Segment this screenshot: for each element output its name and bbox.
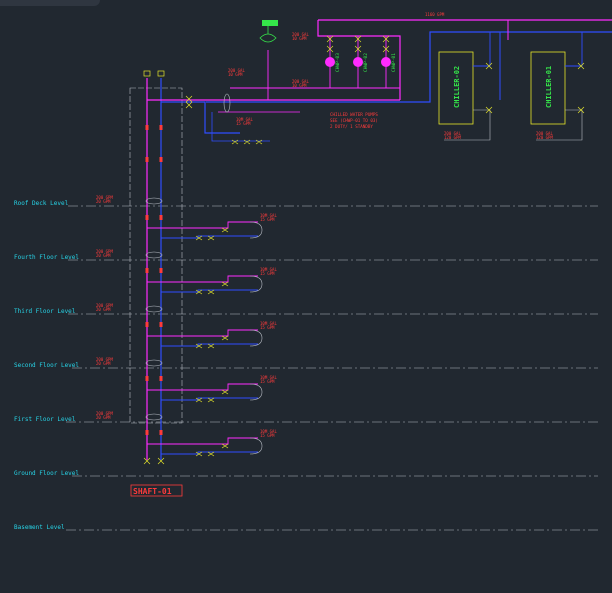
floor-branches: 10M GAL15 GPM 200 GPM20 GPM 10M GAL15 GP… xyxy=(96,195,277,457)
branch-roof: 10M GAL15 GPM 200 GPM20 GPM xyxy=(96,195,277,241)
pumps: CHWP-03 CHWP-02 CHWP-01 200 GAL10 GPM 20… xyxy=(292,32,397,88)
svg-text:10 GPM: 10 GPM xyxy=(292,36,307,41)
level-ground-floor: Ground Floor Level xyxy=(14,470,598,477)
level-basement: Basement Level xyxy=(14,524,598,531)
svg-text:120 GPM: 120 GPM xyxy=(536,135,553,140)
pump-chwp-03: CHWP-03 xyxy=(325,35,341,88)
svg-text:20 GPM: 20 GPM xyxy=(96,361,111,366)
branch-third: 10M GAL15 GPM 200 GPM20 GPM xyxy=(96,303,277,349)
pump-note-line1: CHILLED WATER PUMPS xyxy=(330,112,378,117)
chillers: CHILLER-02 200 GAL120 GPM CHILLER-01 200… xyxy=(438,20,585,141)
svg-text:15 GPM: 15 GPM xyxy=(236,121,251,126)
branch-first: 10M GAL15 GPM 200 GPM20 GPM xyxy=(96,411,277,457)
level-label: Second Floor Level xyxy=(14,362,79,369)
branch-second: 10M GAL15 GPM 200 GPM20 GPM xyxy=(96,357,277,403)
pump-note-line3: 2 DUTY/ 1 STANDBY xyxy=(330,124,373,129)
svg-text:15 GPM: 15 GPM xyxy=(260,217,275,222)
svg-text:20 GPM: 20 GPM xyxy=(96,307,111,312)
svg-text:20 GPM: 20 GPM xyxy=(96,253,111,258)
chiller-01: CHILLER-01 200 GAL120 GPM xyxy=(530,32,585,141)
header-flow-label: 1160 GPM xyxy=(425,12,445,17)
level-label: Basement Level xyxy=(14,524,65,531)
shaft-tag: SHAFT-01 xyxy=(130,484,183,497)
svg-text:15 GPM: 15 GPM xyxy=(260,379,275,384)
pump-note-line2: SEE (CHWP-01 TO 03) xyxy=(330,118,378,123)
level-label: Third Floor Level xyxy=(14,308,76,315)
svg-text:20 GPM: 20 GPM xyxy=(96,415,111,420)
pump-note: CHILLED WATER PUMPS SEE (CHWP-01 TO 03) … xyxy=(330,112,378,129)
level-label: Roof Deck Level xyxy=(14,200,69,207)
svg-text:10 GPM: 10 GPM xyxy=(292,83,307,88)
svg-text:15 GPM: 15 GPM xyxy=(260,325,275,330)
svg-text:20 GPM: 20 GPM xyxy=(96,199,111,204)
expansion-tank xyxy=(259,20,278,43)
svg-text:15 GPM: 15 GPM xyxy=(260,433,275,438)
hvac-chilled-water-riser-diagram: Roof Deck Level Fourth Floor Level Third… xyxy=(14,12,612,531)
shaft-label: SHAFT-01 xyxy=(133,487,172,496)
level-label: Fourth Floor Level xyxy=(14,254,79,261)
chiller-02: CHILLER-02 200 GAL120 GPM xyxy=(438,32,493,141)
chiller-label: CHILLER-02 xyxy=(453,66,461,108)
svg-text:15 GPM: 15 GPM xyxy=(260,271,275,276)
pump-label: CHWP-01 xyxy=(391,53,397,72)
shaft-outline xyxy=(129,87,183,424)
pump-chwp-02: CHWP-02 xyxy=(353,35,369,88)
pump-label: CHWP-02 xyxy=(363,53,369,72)
level-label: Ground Floor Level xyxy=(14,470,79,477)
pump-chwp-01: CHWP-01 xyxy=(381,35,397,88)
level-label: First Floor Level xyxy=(14,416,76,423)
chiller-label: CHILLER-01 xyxy=(545,66,553,108)
branch-fourth: 10M GAL15 GPM 200 GPM20 GPM xyxy=(96,249,277,295)
pump-label: CHWP-03 xyxy=(335,53,341,72)
svg-text:120 GPM: 120 GPM xyxy=(444,135,461,140)
svg-text:10 GPM: 10 GPM xyxy=(228,72,243,77)
risers xyxy=(143,70,165,465)
